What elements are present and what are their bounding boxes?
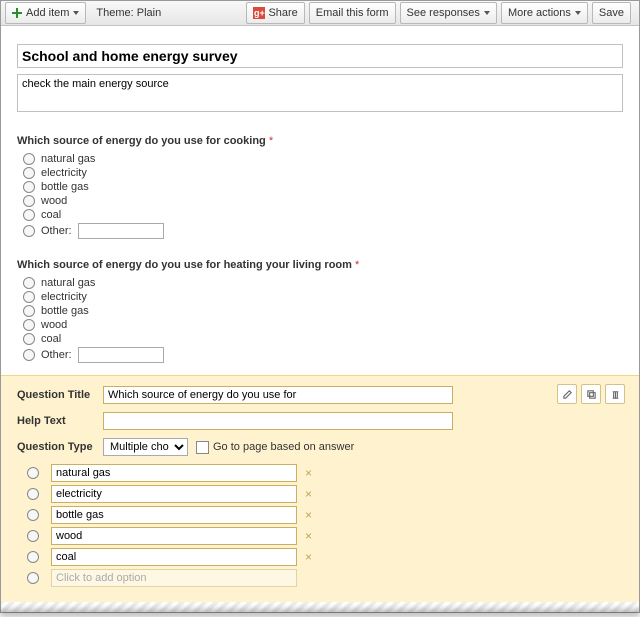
option-other-row[interactable]: Other: <box>17 223 623 239</box>
option-row[interactable]: electricity <box>17 291 623 303</box>
radio-icon[interactable] <box>27 551 39 563</box>
remove-option-icon[interactable]: × <box>305 466 312 480</box>
editor-label-title: Question Title <box>17 389 103 401</box>
chevron-down-icon <box>73 11 79 15</box>
editor-label-type: Question Type <box>17 441 103 453</box>
option-label: bottle gas <box>41 181 89 193</box>
option-row[interactable]: natural gas <box>17 153 623 165</box>
question-title-input[interactable] <box>103 386 453 404</box>
other-text-input[interactable] <box>78 223 164 239</box>
delete-icon[interactable] <box>605 384 625 404</box>
option-row[interactable]: wood <box>17 195 623 207</box>
go-to-page-label: Go to page based on answer <box>213 441 354 453</box>
radio-icon[interactable] <box>23 225 35 237</box>
edit-icon[interactable] <box>557 384 577 404</box>
option-label: electricity <box>41 291 87 303</box>
required-star: * <box>355 259 359 271</box>
add-option-input[interactable] <box>51 569 297 587</box>
editor-label-help: Help Text <box>17 415 103 427</box>
theme-label: Theme: Plain <box>90 7 167 19</box>
question-editor: Question Title Help Text Question Type M… <box>1 375 639 602</box>
option-row[interactable]: coal <box>17 333 623 345</box>
option-row[interactable]: wood <box>17 319 623 331</box>
option-label: bottle gas <box>41 305 89 317</box>
duplicate-icon[interactable] <box>581 384 601 404</box>
add-item-button[interactable]: Add item <box>5 2 86 24</box>
option-label: wood <box>41 195 67 207</box>
option-row[interactable]: electricity <box>17 167 623 179</box>
share-label: Share <box>268 7 297 19</box>
editor-option-row: × <box>27 485 623 503</box>
radio-icon[interactable] <box>23 291 35 303</box>
radio-icon <box>27 572 39 584</box>
remove-option-icon[interactable]: × <box>305 550 312 564</box>
radio-icon[interactable] <box>23 305 35 317</box>
radio-icon[interactable] <box>23 319 35 331</box>
option-row[interactable]: coal <box>17 209 623 221</box>
go-to-page-checkbox-row[interactable]: Go to page based on answer <box>196 441 354 454</box>
question-title: Which source of energy do you use for he… <box>17 259 623 271</box>
required-star: * <box>269 135 273 147</box>
radio-icon[interactable] <box>23 209 35 221</box>
editor-option-input[interactable] <box>51 485 297 503</box>
chevron-down-icon <box>484 11 490 15</box>
email-form-button[interactable]: Email this form <box>309 2 396 24</box>
remove-option-icon[interactable]: × <box>305 529 312 543</box>
question-block: Which source of energy do you use for he… <box>17 259 623 363</box>
see-responses-button[interactable]: See responses <box>400 2 497 24</box>
form-title-input[interactable] <box>17 44 623 68</box>
radio-icon[interactable] <box>23 277 35 289</box>
radio-icon[interactable] <box>23 153 35 165</box>
radio-icon[interactable] <box>23 181 35 193</box>
plus-icon <box>12 8 22 18</box>
share-button[interactable]: g+ Share <box>246 2 304 24</box>
editor-option-row: × <box>27 548 623 566</box>
editor-toolbar <box>557 384 625 404</box>
other-text-input[interactable] <box>78 347 164 363</box>
option-label: natural gas <box>41 153 95 165</box>
radio-icon[interactable] <box>27 530 39 542</box>
question-block: Which source of energy do you use for co… <box>17 135 623 239</box>
radio-icon[interactable] <box>27 509 39 521</box>
option-other-row[interactable]: Other: <box>17 347 623 363</box>
option-other-label: Other: <box>41 225 72 237</box>
editor-option-input[interactable] <box>51 506 297 524</box>
option-row[interactable]: natural gas <box>17 277 623 289</box>
radio-icon[interactable] <box>23 167 35 179</box>
radio-icon[interactable] <box>27 467 39 479</box>
option-row[interactable]: bottle gas <box>17 181 623 193</box>
option-label: coal <box>41 209 61 221</box>
radio-icon[interactable] <box>23 333 35 345</box>
chevron-down-icon <box>575 11 581 15</box>
radio-icon[interactable] <box>23 195 35 207</box>
checkbox-icon[interactable] <box>196 441 209 454</box>
remove-option-icon[interactable]: × <box>305 487 312 501</box>
radio-icon[interactable] <box>23 349 35 361</box>
form-description-input[interactable]: check the main energy source <box>17 74 623 112</box>
question-title: Which source of energy do you use for co… <box>17 135 623 147</box>
option-label: wood <box>41 319 67 331</box>
option-label: coal <box>41 333 61 345</box>
more-actions-button[interactable]: More actions <box>501 2 588 24</box>
editor-option-input[interactable] <box>51 527 297 545</box>
toolbar: Add item Theme: Plain g+ Share Email thi… <box>1 1 639 26</box>
option-other-label: Other: <box>41 349 72 361</box>
option-label: natural gas <box>41 277 95 289</box>
remove-option-icon[interactable]: × <box>305 508 312 522</box>
add-option-row[interactable] <box>27 569 623 587</box>
editor-option-row: × <box>27 464 623 482</box>
option-label: electricity <box>41 167 87 179</box>
editor-option-row: × <box>27 506 623 524</box>
add-item-label: Add item <box>26 7 69 19</box>
help-text-input[interactable] <box>103 412 453 430</box>
editor-option-input[interactable] <box>51 464 297 482</box>
save-button[interactable]: Save <box>592 2 631 24</box>
editor-option-input[interactable] <box>51 548 297 566</box>
question-type-select[interactable]: Multiple choice <box>103 438 188 456</box>
radio-icon[interactable] <box>27 488 39 500</box>
share-icon: g+ <box>253 7 265 19</box>
form-body: check the main energy source Which sourc… <box>1 26 639 375</box>
editor-option-row: × <box>27 527 623 545</box>
option-row[interactable]: bottle gas <box>17 305 623 317</box>
